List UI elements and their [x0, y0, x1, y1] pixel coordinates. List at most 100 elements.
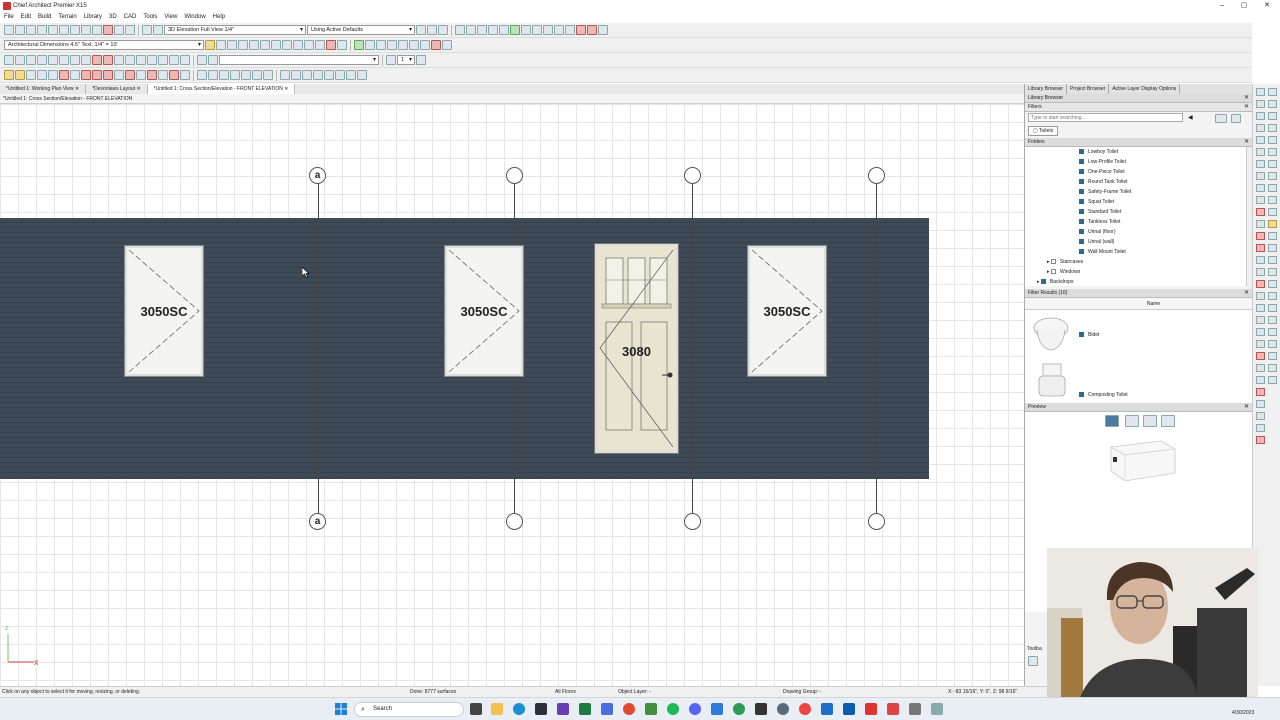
- obs-icon[interactable]: [887, 703, 899, 715]
- tool-icon[interactable]: [1268, 352, 1277, 360]
- library-search-input[interactable]: [1028, 113, 1183, 122]
- color-icon[interactable]: [15, 70, 25, 80]
- shield-icon[interactable]: [843, 703, 855, 715]
- chief-architect-icon[interactable]: [865, 703, 877, 715]
- tool-icon[interactable]: [1268, 100, 1277, 108]
- spline-icon[interactable]: [315, 40, 325, 50]
- onenote-icon[interactable]: [557, 703, 569, 715]
- tool-icon[interactable]: [1268, 112, 1277, 120]
- save-icon[interactable]: [26, 25, 36, 35]
- tool-icon[interactable]: [1256, 196, 1265, 204]
- tool-icon[interactable]: [1256, 88, 1265, 96]
- close-icon[interactable]: ✕: [1244, 403, 1249, 412]
- orbit-icon[interactable]: [488, 25, 498, 35]
- list-item-thumbnail[interactable]: [1031, 314, 1071, 354]
- fixture-icon[interactable]: [136, 55, 146, 65]
- box-icon[interactable]: [249, 40, 259, 50]
- tree-item[interactable]: Urinal (floor): [1079, 227, 1252, 237]
- measure-icon[interactable]: [554, 25, 564, 35]
- sun-icon[interactable]: [92, 70, 102, 80]
- teams-icon[interactable]: [601, 703, 613, 715]
- grid-line[interactable]: [876, 182, 877, 522]
- flip-icon[interactable]: [241, 70, 251, 80]
- delete-icon[interactable]: [431, 40, 441, 50]
- tool-icon[interactable]: [1256, 256, 1265, 264]
- fence-icon[interactable]: [169, 55, 179, 65]
- list-icon[interactable]: [280, 70, 290, 80]
- tool-icon[interactable]: [1256, 316, 1265, 324]
- open-file-icon[interactable]: [15, 25, 25, 35]
- window-3050sc[interactable]: 3050SC: [747, 245, 827, 377]
- material-icon[interactable]: [4, 70, 14, 80]
- array-icon[interactable]: [442, 40, 452, 50]
- new-file-icon[interactable]: [4, 25, 14, 35]
- close-icon[interactable]: ✕: [136, 86, 140, 92]
- action-dropdown[interactable]: [219, 55, 379, 65]
- menu-cad[interactable]: CAD: [124, 12, 137, 22]
- grid-bubble[interactable]: [868, 167, 885, 184]
- shape-icon[interactable]: [180, 55, 190, 65]
- shadow-icon[interactable]: [48, 70, 58, 80]
- spotify-icon[interactable]: [667, 703, 679, 715]
- close-icon[interactable]: ✕: [1244, 94, 1249, 103]
- tool-icon[interactable]: [1268, 124, 1277, 132]
- tree-item[interactable]: Squat Toilet: [1079, 197, 1252, 207]
- tool-icon[interactable]: [1256, 304, 1265, 312]
- tool-icon[interactable]: [1268, 340, 1277, 348]
- layer-set-icon[interactable]: [114, 70, 124, 80]
- tool-icon[interactable]: [1268, 328, 1277, 336]
- windows-start-icon[interactable]: [335, 703, 347, 715]
- tool-icon[interactable]: [1256, 424, 1265, 432]
- tool-icon[interactable]: [1268, 208, 1277, 216]
- tool-icon[interactable]: [1256, 292, 1265, 300]
- callout-icon[interactable]: [337, 40, 347, 50]
- deck-icon[interactable]: [158, 55, 168, 65]
- layer-icon[interactable]: [438, 25, 448, 35]
- calculator-icon[interactable]: [535, 703, 547, 715]
- copy-view-icon[interactable]: [357, 70, 367, 80]
- tool-icon[interactable]: [1268, 220, 1277, 228]
- grid-icon[interactable]: [598, 25, 608, 35]
- menu-help[interactable]: Help: [213, 12, 225, 22]
- door-3080[interactable]: 3080: [594, 243, 679, 454]
- preview-orbit-icon[interactable]: [1143, 415, 1157, 427]
- move-down-icon[interactable]: [219, 70, 229, 80]
- tool-icon[interactable]: [1256, 268, 1265, 276]
- line-icon[interactable]: [271, 40, 281, 50]
- distribute-icon[interactable]: [387, 40, 397, 50]
- wall-icon[interactable]: [15, 55, 25, 65]
- zoom-icon[interactable]: [499, 25, 509, 35]
- tree-item[interactable]: Safety-Frame Toilet: [1079, 187, 1252, 197]
- gallery-icon[interactable]: [931, 703, 943, 715]
- tree-item[interactable]: ▸ Backdrops: [1037, 277, 1252, 286]
- results-column-header[interactable]: Name: [1025, 298, 1252, 310]
- grid-line[interactable]: [692, 182, 693, 522]
- copy-icon[interactable]: [59, 25, 69, 35]
- preview-view-icon[interactable]: [1105, 415, 1119, 427]
- tool-icon[interactable]: [1256, 412, 1265, 420]
- tool-icon[interactable]: [1256, 280, 1265, 288]
- cabinet-icon[interactable]: [26, 55, 36, 65]
- markup-icon[interactable]: [326, 40, 336, 50]
- tree-item[interactable]: Urinal (wall): [1079, 237, 1252, 247]
- edge-icon[interactable]: [513, 703, 525, 715]
- plan-view-icon[interactable]: [153, 25, 163, 35]
- tree-item[interactable]: One-Piece Toilet: [1079, 167, 1252, 177]
- symbol-library-icon[interactable]: [81, 70, 91, 80]
- browser-icon[interactable]: [799, 703, 811, 715]
- menu-window[interactable]: Window: [184, 12, 205, 22]
- pen-icon[interactable]: [909, 703, 921, 715]
- tool-icon[interactable]: [1268, 316, 1277, 324]
- grid-bubble[interactable]: a: [309, 167, 326, 184]
- tool-icon[interactable]: [1268, 232, 1277, 240]
- menu-terrain[interactable]: Terrain: [58, 12, 76, 22]
- move-up-icon[interactable]: [208, 70, 218, 80]
- filter-chip-toilets[interactable]: ▢ Toilets: [1028, 126, 1059, 136]
- app-icon[interactable]: [711, 703, 723, 715]
- grid-bubble[interactable]: [868, 513, 885, 530]
- tool-icon[interactable]: [1256, 184, 1265, 192]
- grid-bubble[interactable]: [506, 513, 523, 530]
- close-icon[interactable]: ✕: [284, 86, 288, 92]
- tool-icon[interactable]: [1268, 196, 1277, 204]
- list-item[interactable]: Composting Toilet: [1079, 390, 1280, 400]
